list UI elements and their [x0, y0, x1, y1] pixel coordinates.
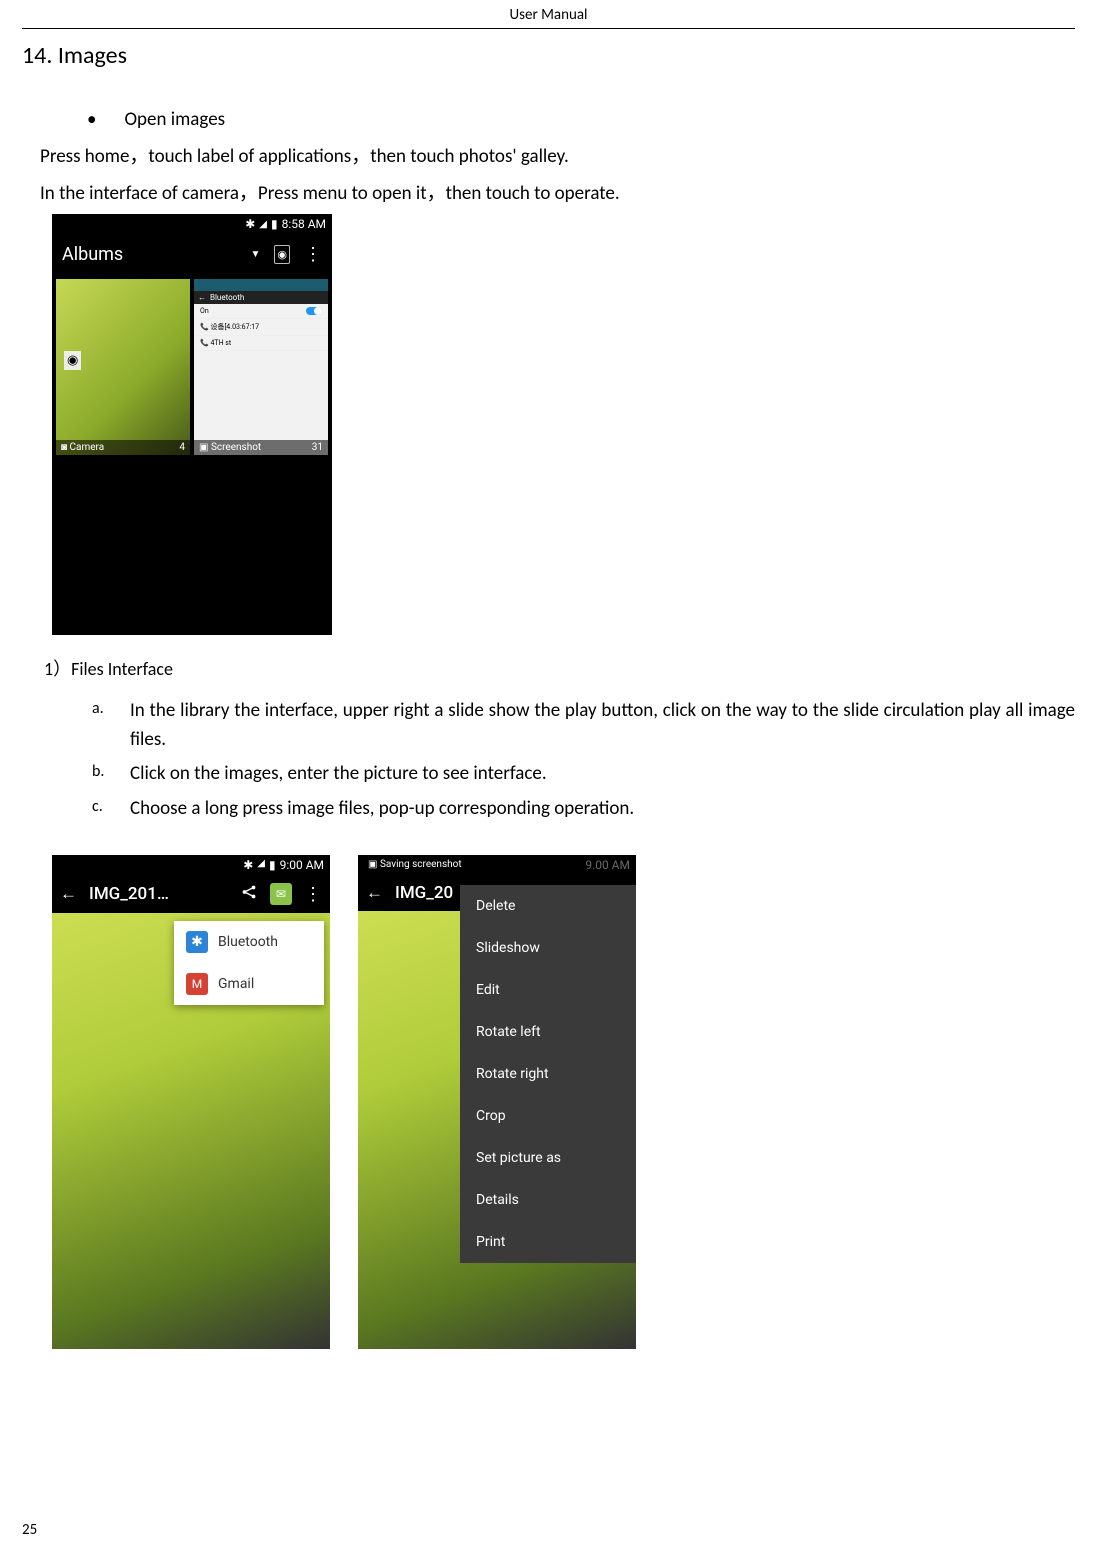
share-gmail[interactable]: M Gmail: [174, 963, 324, 1005]
menu-rotate-left[interactable]: Rotate left: [460, 1011, 636, 1053]
share-label: Bluetooth: [218, 934, 278, 950]
list-item: a. In the library the interface, upper r…: [92, 697, 1075, 754]
menu-icon[interactable]: ⋮: [304, 884, 322, 905]
menu-set-picture-as[interactable]: Set picture as: [460, 1137, 636, 1179]
bluetooth-icon: ✱: [245, 217, 255, 231]
list-marker: a.: [92, 697, 130, 754]
dropdown-icon[interactable]: ▼: [250, 249, 260, 260]
menu-crop[interactable]: Crop: [460, 1095, 636, 1137]
back-icon: ←: [198, 293, 206, 302]
menu-slideshow[interactable]: Slideshow: [460, 927, 636, 969]
bluetooth-icon: ✱: [243, 858, 253, 872]
app-bar: Albums ▼ ◉ ⋮: [52, 234, 332, 275]
files-interface-heading: 1）Files Interface: [22, 655, 1075, 681]
signal-icon: ◢: [259, 219, 267, 230]
share-icon[interactable]: [240, 883, 258, 905]
camera-icon[interactable]: ◉: [274, 245, 290, 264]
share-dropdown: ✱ Bluetooth M Gmail: [174, 921, 324, 1005]
message-icon[interactable]: ✉: [270, 883, 292, 905]
toggle-label: On: [200, 307, 209, 315]
camera-overlay-icon: ◉: [64, 351, 81, 370]
screenshot-context-menu: ▣ Saving screenshot 9.00 AM ← IMG_20 Del…: [358, 855, 636, 1349]
status-time: 8:58 AM: [282, 217, 326, 231]
doc-header: User Manual: [22, 0, 1075, 29]
list-text-c: Choose a long press image files, pop-up …: [130, 795, 1075, 824]
screenshot-share: ✱ ◢ ▮ 9:00 AM ← IMG_201… ✉ ⋮ ✱ Bluetooth: [52, 855, 330, 1349]
status-bar: ▣ Saving screenshot 9.00 AM: [358, 855, 636, 875]
saving-notification: ▣ Saving screenshot: [362, 859, 462, 870]
app-bar: ← IMG_201… ✉ ⋮: [52, 875, 330, 913]
list-marker: c.: [92, 795, 130, 824]
menu-delete[interactable]: Delete: [460, 885, 636, 927]
album-label: ◙ Camera: [61, 442, 104, 453]
device-row: 📞 4TH st: [200, 339, 231, 347]
list-text-b: Click on the images, enter the picture t…: [130, 760, 1075, 789]
screenshot-albums: ✱ ◢ ▮ 8:58 AM Albums ▼ ◉ ⋮ ◉ ◙ Camera 4 …: [52, 214, 332, 635]
bullet-open-images: Open images: [22, 108, 1075, 131]
back-icon[interactable]: ←: [60, 884, 77, 904]
menu-details[interactable]: Details: [460, 1179, 636, 1221]
list-item: b. Click on the images, enter the pictur…: [92, 760, 1075, 789]
bt-title: Bluetooth: [210, 293, 244, 302]
app-bar-title[interactable]: Albums: [62, 244, 240, 265]
para-press-home: Press home，touch label of applications，t…: [22, 143, 1075, 172]
menu-edit[interactable]: Edit: [460, 969, 636, 1011]
album-count: 31: [312, 442, 323, 453]
back-icon[interactable]: ←: [366, 883, 383, 903]
status-bar: ✱ ◢ ▮ 8:58 AM: [52, 214, 332, 234]
section-title: 14. Images: [22, 41, 1075, 70]
album-label: ▣ Screenshot: [199, 442, 261, 453]
signal-icon: ◢: [257, 858, 265, 872]
para-camera-interface: In the interface of camera，Press menu to…: [22, 180, 1075, 209]
context-menu: Delete Slideshow Edit Rotate left Rotate…: [460, 885, 636, 1263]
album-count: 4: [179, 442, 185, 453]
status-bar: ✱ ◢ ▮ 9:00 AM: [52, 855, 330, 875]
bluetooth-icon: ✱: [186, 931, 208, 953]
list-text-a: In the library the interface, upper righ…: [130, 697, 1075, 754]
list-marker: b.: [92, 760, 130, 789]
menu-print[interactable]: Print: [460, 1221, 636, 1263]
share-bluetooth[interactable]: ✱ Bluetooth: [174, 921, 324, 963]
toggle-on-icon: [306, 307, 322, 315]
album-screenshot-thumb[interactable]: ← Bluetooth On 📞 设备[4.03:67:17 📞 4TH st ▣…: [194, 279, 328, 455]
gmail-icon: M: [186, 973, 208, 995]
image-title: IMG_201…: [89, 884, 228, 904]
album-camera-thumb[interactable]: ◉ ◙ Camera 4: [56, 279, 190, 455]
menu-icon[interactable]: ⋮: [304, 244, 322, 265]
status-time: 9:00 AM: [280, 858, 324, 872]
device-row: 📞 设备[4.03:67:17: [200, 322, 259, 332]
menu-rotate-right[interactable]: Rotate right: [460, 1053, 636, 1095]
page-number: 25: [22, 1521, 37, 1539]
list-item: c. Choose a long press image files, pop-…: [92, 795, 1075, 824]
battery-icon: ▮: [271, 217, 278, 231]
share-label: Gmail: [218, 976, 254, 992]
battery-icon: ▮: [269, 858, 276, 872]
